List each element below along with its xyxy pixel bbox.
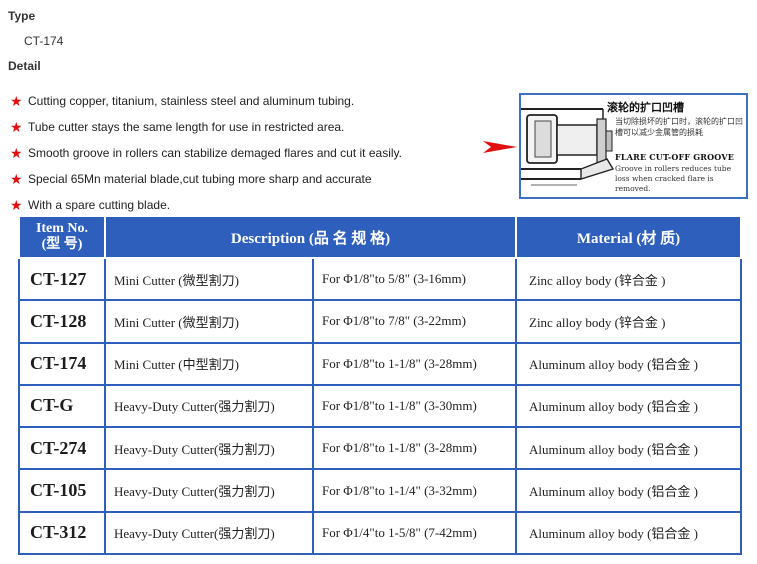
size-range-cell: For Φ1/8"to 1-1/8" (3-28mm) xyxy=(312,426,517,471)
header-material: Material (材 质) xyxy=(515,215,742,259)
size-range-cell: For Φ1/8"to 5/8" (3-16mm) xyxy=(312,256,517,302)
size-range-cell: For Φ1/8"to 1-1/4" (3-32mm) xyxy=(312,468,517,513)
table-row: CT-128 Mini Cutter (微型割刀) For Φ1/8"to 7/… xyxy=(18,299,742,344)
feature-item: ★ Smooth groove in rollers can stabilize … xyxy=(10,140,490,166)
description-cell: Heavy-Duty Cutter(强力割刀) xyxy=(104,383,314,429)
diagram-flare-label: FLARE CUT-OFF GROOVE xyxy=(615,152,735,162)
feature-list: ★ Cutting copper, titanium, stainless ste… xyxy=(10,88,490,218)
feature-text: Cutting copper, titanium, stainless stee… xyxy=(28,94,355,108)
header-description: Description (品 名 规 格) xyxy=(104,215,517,259)
diagram-subtitle: 当切除损坏的扩口时，滚轮的扩口凹槽可以减少金属管的损耗 xyxy=(615,117,743,137)
item-no-cell: CT-274 xyxy=(18,426,106,471)
description-cell: Heavy-Duty Cutter(强力割刀) xyxy=(104,468,314,513)
item-no-cell: CT-312 xyxy=(18,510,106,556)
feature-text: Smooth groove in rollers can stabilize d… xyxy=(28,146,402,160)
star-icon: ★ xyxy=(10,197,23,213)
table-row: CT-274 Heavy-Duty Cutter(强力割刀) For Φ1/8"… xyxy=(18,426,742,471)
size-range-cell: For Φ1/8"to 1-1/8" (3-30mm) xyxy=(312,383,517,429)
star-icon: ★ xyxy=(10,171,23,187)
type-heading: Type xyxy=(8,9,36,23)
feature-item: ★ Cutting copper, titanium, stainless ste… xyxy=(10,88,490,114)
feature-item: ★ Tube cutter stays the same length for u… xyxy=(10,114,490,140)
feature-item: ★ Special 65Mn material blade,cut tubing … xyxy=(10,166,490,192)
spec-table: Item No. (型 号) Description (品 名 规 格) Mate… xyxy=(18,215,742,556)
feature-text: Tube cutter stays the same length for us… xyxy=(28,120,345,134)
material-cell: Aluminum alloy body (铝合金 ) xyxy=(515,510,742,556)
material-cell: Zinc alloy body (锌合金 ) xyxy=(515,256,742,302)
detail-heading: Detail xyxy=(8,59,41,73)
item-no-cell: CT-G xyxy=(18,383,106,429)
description-cell: Mini Cutter (中型割刀) xyxy=(104,341,314,386)
item-no-cell: CT-127 xyxy=(18,256,106,302)
star-icon: ★ xyxy=(10,93,23,109)
pointer-arrow-icon xyxy=(483,141,517,153)
table-row: CT-174 Mini Cutter (中型割刀) For Φ1/8"to 1-… xyxy=(18,341,742,386)
description-cell: Mini Cutter (微型割刀) xyxy=(104,299,314,344)
cutter-roller-illustration xyxy=(521,108,615,186)
size-range-cell: For Φ1/4"to 1-5/8" (7-42mm) xyxy=(312,510,517,556)
material-cell: Aluminum alloy body (铝合金 ) xyxy=(515,426,742,471)
type-value: CT-174 xyxy=(24,34,64,48)
material-cell: Aluminum alloy body (铝合金 ) xyxy=(515,341,742,386)
star-icon: ★ xyxy=(10,119,23,135)
description-cell: Mini Cutter (微型割刀) xyxy=(104,256,314,302)
header-item-no: Item No. (型 号) xyxy=(18,215,106,259)
size-range-cell: For Φ1/8"to 1-1/8" (3-28mm) xyxy=(312,341,517,386)
size-range-cell: For Φ1/8"to 7/8" (3-22mm) xyxy=(312,299,517,344)
flare-groove-diagram: 滚轮的扩口凹槽 当切除损坏的扩口时，滚轮的扩口凹槽可以减少金属管的损耗 FLAR… xyxy=(519,93,748,199)
item-no-cell: CT-174 xyxy=(18,341,106,386)
description-cell: Heavy-Duty Cutter(强力割刀) xyxy=(104,510,314,556)
material-cell: Aluminum alloy body (铝合金 ) xyxy=(515,468,742,513)
description-cell: Heavy-Duty Cutter(强力割刀) xyxy=(104,426,314,471)
table-header-row: Item No. (型 号) Description (品 名 规 格) Mate… xyxy=(18,215,742,259)
diagram-title: 滚轮的扩口凹槽 xyxy=(607,101,684,114)
material-cell: Aluminum alloy body (铝合金 ) xyxy=(515,383,742,429)
item-no-cell: CT-128 xyxy=(18,299,106,344)
material-cell: Zinc alloy body (锌合金 ) xyxy=(515,299,742,344)
table-row: CT-127 Mini Cutter (微型割刀) For Φ1/8"to 5/… xyxy=(18,256,742,302)
star-icon: ★ xyxy=(10,145,23,161)
feature-text: With a spare cutting blade. xyxy=(28,198,171,212)
table-row: CT-312 Heavy-Duty Cutter(强力割刀) For Φ1/4"… xyxy=(18,510,742,556)
diagram-description: Groove in rollers reduces tube loss when… xyxy=(615,164,732,193)
table-row: CT-105 Heavy-Duty Cutter(强力割刀) For Φ1/8"… xyxy=(18,468,742,513)
table-row: CT-G Heavy-Duty Cutter(强力割刀) For Φ1/8"to… xyxy=(18,383,742,429)
feature-text: Special 65Mn material blade,cut tubing m… xyxy=(28,172,372,186)
item-no-cell: CT-105 xyxy=(18,468,106,513)
